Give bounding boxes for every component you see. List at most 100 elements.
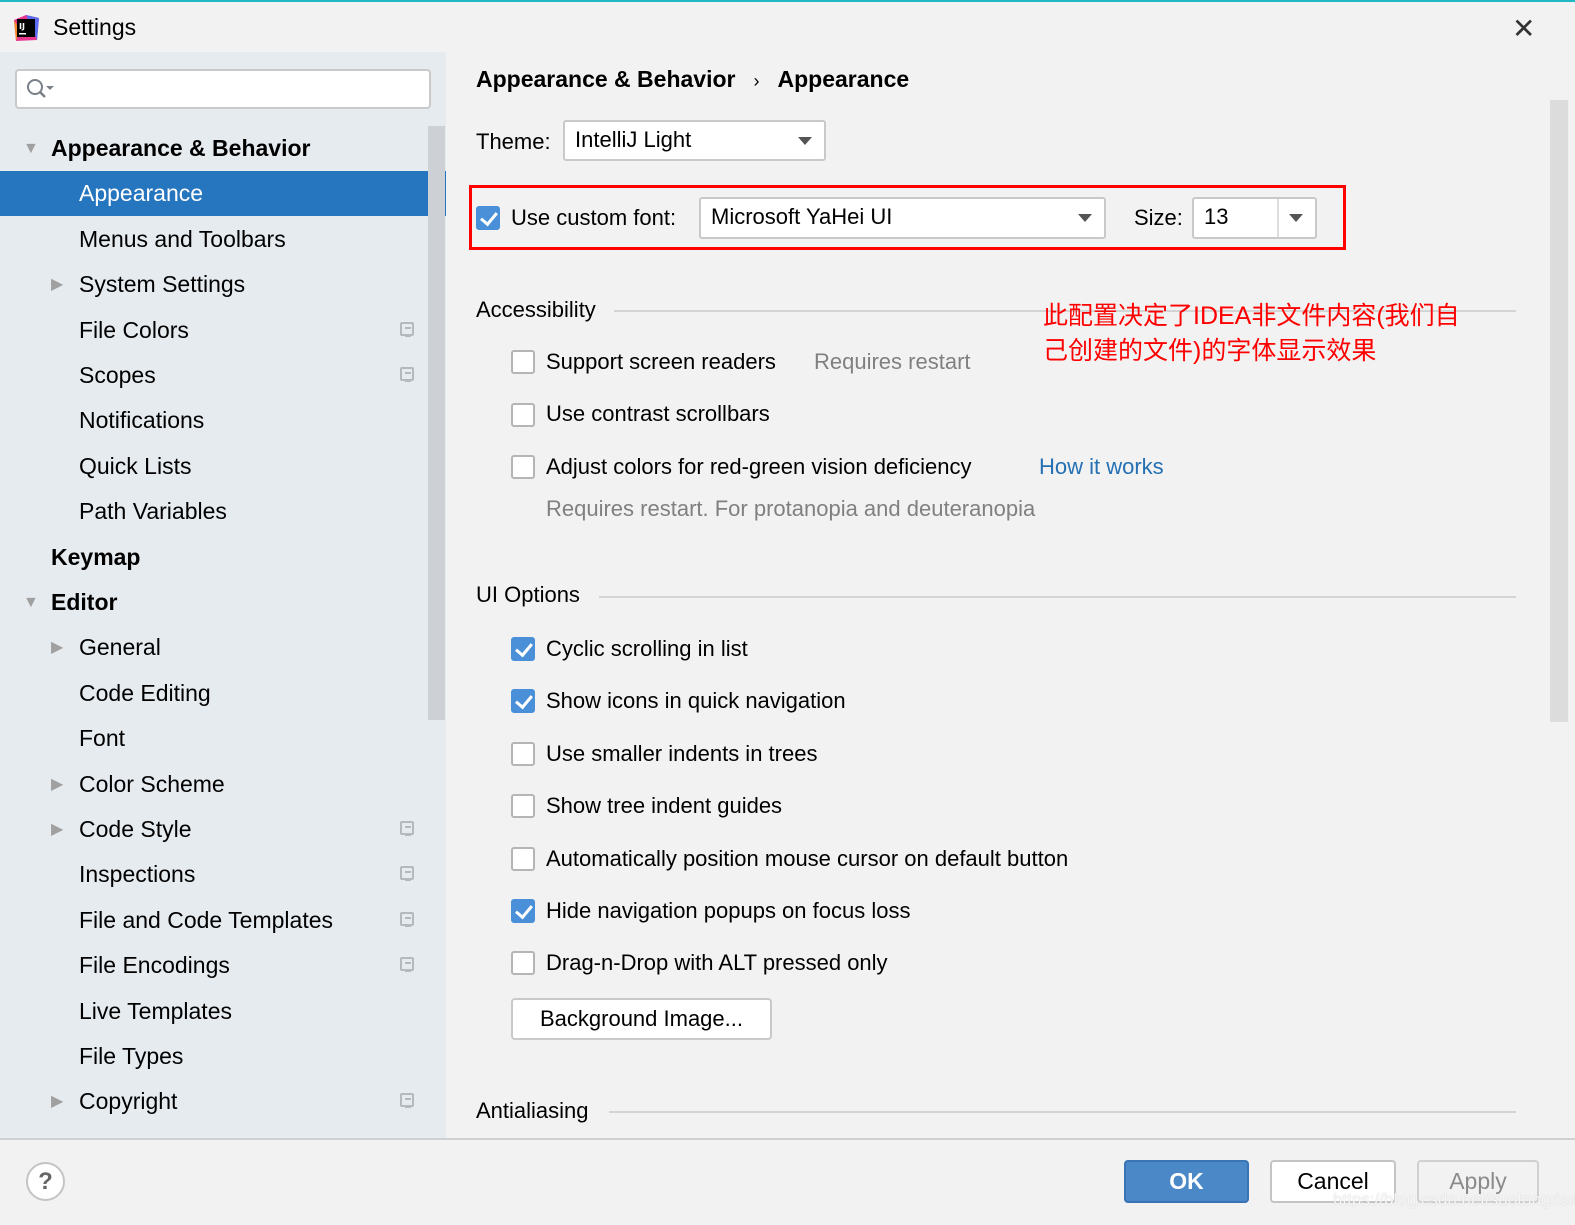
svg-text:IJ: IJ — [19, 22, 25, 31]
chevron-down-icon — [1078, 214, 1092, 222]
sidebar-item-label: Quick Lists — [79, 452, 192, 479]
sidebar-item-appearance[interactable]: Appearance — [0, 171, 446, 217]
collapse-arrow-icon[interactable]: ▶ — [51, 262, 63, 307]
how-it-works-link[interactable]: How it works — [1039, 454, 1164, 480]
settings-sidebar: ▼ Appearance & Behavior Appearance Menus an… — [0, 52, 446, 1138]
color-deficiency-checkbox[interactable] — [511, 455, 535, 479]
sidebar-item-file-and-code-templates[interactable]: File and Code Templates — [0, 898, 428, 943]
show-icons-in-quick-navigation-label: Show icons in quick navigation — [546, 688, 846, 714]
contrast-scrollbars-label: Use contrast scrollbars — [546, 401, 770, 426]
cyclic-scrolling-in-list-checkbox[interactable] — [511, 637, 535, 661]
use-custom-font-checkbox[interactable] — [476, 206, 500, 230]
drag-n-drop-with-alt-pressed-only-checkbox[interactable] — [511, 951, 535, 976]
sidebar-item-label: Live Templates — [79, 997, 232, 1024]
search-icon — [27, 79, 54, 98]
sidebar-item-path-variables[interactable]: Path Variables — [0, 489, 428, 534]
sidebar-item-menus-and-toolbars[interactable]: Menus and Toolbars — [0, 217, 428, 262]
sidebar-item-system-settings[interactable]: ▶ System Settings — [0, 262, 428, 307]
font-size-select[interactable]: 13 — [1192, 197, 1317, 239]
drag-n-drop-with-alt-pressed-only-label: Drag-n-Drop with ALT pressed only — [546, 950, 888, 976]
sidebar-item-label: Scopes — [79, 362, 156, 388]
sidebar-scrollbar[interactable] — [428, 126, 445, 720]
help-button[interactable]: ? — [26, 1162, 65, 1201]
collapse-arrow-icon[interactable]: ▶ — [51, 625, 63, 670]
contrast-scrollbars-checkbox[interactable] — [511, 403, 535, 427]
intellij-logo-icon: IJ — [14, 15, 39, 41]
breadcrumb-separator: › — [753, 71, 760, 91]
sidebar-item-code-editing[interactable]: Code Editing — [0, 671, 428, 716]
sidebar-item-code-style[interactable]: ▶ Code Style — [0, 807, 428, 852]
close-icon[interactable]: ✕ — [1512, 12, 1535, 45]
sidebar-item-scopes[interactable]: Scopes — [0, 353, 428, 398]
collapse-arrow-icon[interactable]: ▶ — [51, 1079, 63, 1124]
sidebar-item-inlay-hints[interactable]: ▶ Inlay Hints — [0, 1125, 428, 1138]
show-icons-in-quick-navigation-checkbox[interactable] — [511, 689, 535, 714]
sidebar-item-label: Inspections — [79, 861, 196, 888]
ok-button[interactable]: OK — [1124, 1160, 1249, 1203]
sidebar-item-notifications[interactable]: Notifications — [0, 398, 428, 443]
use-smaller-indents-in-trees-checkbox[interactable] — [511, 741, 535, 766]
sidebar-item-appearance-behavior[interactable]: ▼ Appearance & Behavior — [0, 126, 428, 171]
hide-navigation-popups-on-focus-loss-checkbox[interactable] — [511, 899, 535, 923]
sidebar-item-label: File Encodings — [79, 952, 230, 979]
content-scrollbar[interactable] — [1550, 100, 1568, 722]
sidebar-item-label: Path Variables — [79, 498, 227, 525]
sidebar-item-label: Appearance — [79, 180, 204, 207]
sidebar-item-font[interactable]: Font — [0, 716, 428, 761]
expand-arrow-icon[interactable]: ▼ — [23, 580, 39, 625]
font-select[interactable]: Microsoft YaHei UI — [699, 197, 1106, 239]
sidebar-item-color-scheme[interactable]: ▶ Color Scheme — [0, 762, 428, 807]
sidebar-item-general[interactable]: ▶ General — [0, 625, 428, 670]
sidebar-item-file-types[interactable]: File Types — [0, 1034, 428, 1079]
sidebar-item-label: Code Style — [79, 816, 192, 842]
sidebar-item-label: Copyright — [79, 1088, 178, 1115]
sidebar-item-editor[interactable]: ▼ Editor — [0, 580, 428, 625]
use-smaller-indents-in-trees-label: Use smaller indents in trees — [546, 740, 818, 766]
background-image-button[interactable]: Background Image... — [511, 998, 772, 1040]
section-divider — [599, 596, 1516, 598]
show-tree-indent-guides-label: Show tree indent guides — [546, 793, 783, 819]
support-screen-readers-checkbox[interactable] — [511, 350, 535, 374]
project-level-icon — [400, 821, 414, 836]
annotation-note: 此配置决定了IDEA非文件内容(我们自己创建的文件)的字体显示效果 — [1043, 302, 1460, 365]
sidebar-item-label: Font — [79, 725, 126, 752]
divider — [1277, 199, 1279, 237]
collapse-arrow-icon[interactable]: ▶ — [51, 807, 63, 852]
font-size-value: 13 — [1204, 204, 1229, 229]
sidebar-item-live-templates[interactable]: Live Templates — [0, 989, 428, 1034]
breadcrumb-current: Appearance — [777, 66, 910, 92]
sidebar-item-label: General — [79, 634, 161, 661]
automatically-position-mouse-cursor-on-default-button-checkbox[interactable] — [511, 846, 535, 871]
sidebar-item-label: Keymap — [51, 543, 141, 570]
font-value: Microsoft YaHei UI — [711, 204, 893, 229]
sidebar-item-inspections[interactable]: Inspections — [0, 852, 428, 897]
requires-restart-hint: Requires restart — [814, 349, 971, 374]
sidebar-item-file-colors[interactable]: File Colors — [0, 308, 428, 353]
theme-label: Theme: — [476, 129, 551, 154]
sidebar-item-label: Color Scheme — [79, 770, 225, 797]
project-level-icon — [400, 957, 414, 973]
sidebar-item-label: Menus and Toolbars — [79, 225, 286, 252]
use-custom-font-label: Use custom font: — [511, 205, 677, 230]
color-deficiency-label: Adjust colors for red-green vision defic… — [546, 454, 972, 479]
collapse-arrow-icon[interactable]: ▶ — [51, 1125, 63, 1138]
breadcrumb-parent[interactable]: Appearance & Behavior — [476, 66, 735, 92]
sidebar-item-label: System Settings — [79, 271, 246, 298]
hide-navigation-popups-on-focus-loss-label: Hide navigation popups on focus loss — [546, 898, 911, 923]
sidebar-item-file-encodings[interactable]: File Encodings — [0, 943, 428, 988]
sidebar-item-copyright[interactable]: ▶ Copyright — [0, 1079, 428, 1124]
sidebar-item-quick-lists[interactable]: Quick Lists — [0, 444, 428, 489]
sidebar-item-label: Notifications — [79, 407, 205, 434]
collapse-arrow-icon[interactable]: ▶ — [51, 762, 63, 807]
chevron-down-icon — [1289, 214, 1303, 222]
show-tree-indent-guides-checkbox[interactable] — [511, 794, 535, 819]
expand-arrow-icon[interactable]: ▼ — [23, 126, 39, 171]
sidebar-item-keymap[interactable]: Keymap — [0, 535, 428, 580]
color-deficiency-hint: Requires restart. For protanopia and deu… — [546, 496, 1036, 521]
theme-select[interactable]: IntelliJ Light — [563, 120, 826, 161]
search-input[interactable] — [15, 69, 431, 109]
project-level-icon — [400, 866, 414, 882]
size-label: Size: — [1134, 205, 1183, 230]
section-divider — [609, 1111, 1516, 1113]
sidebar-item-label: File Types — [79, 1043, 184, 1069]
